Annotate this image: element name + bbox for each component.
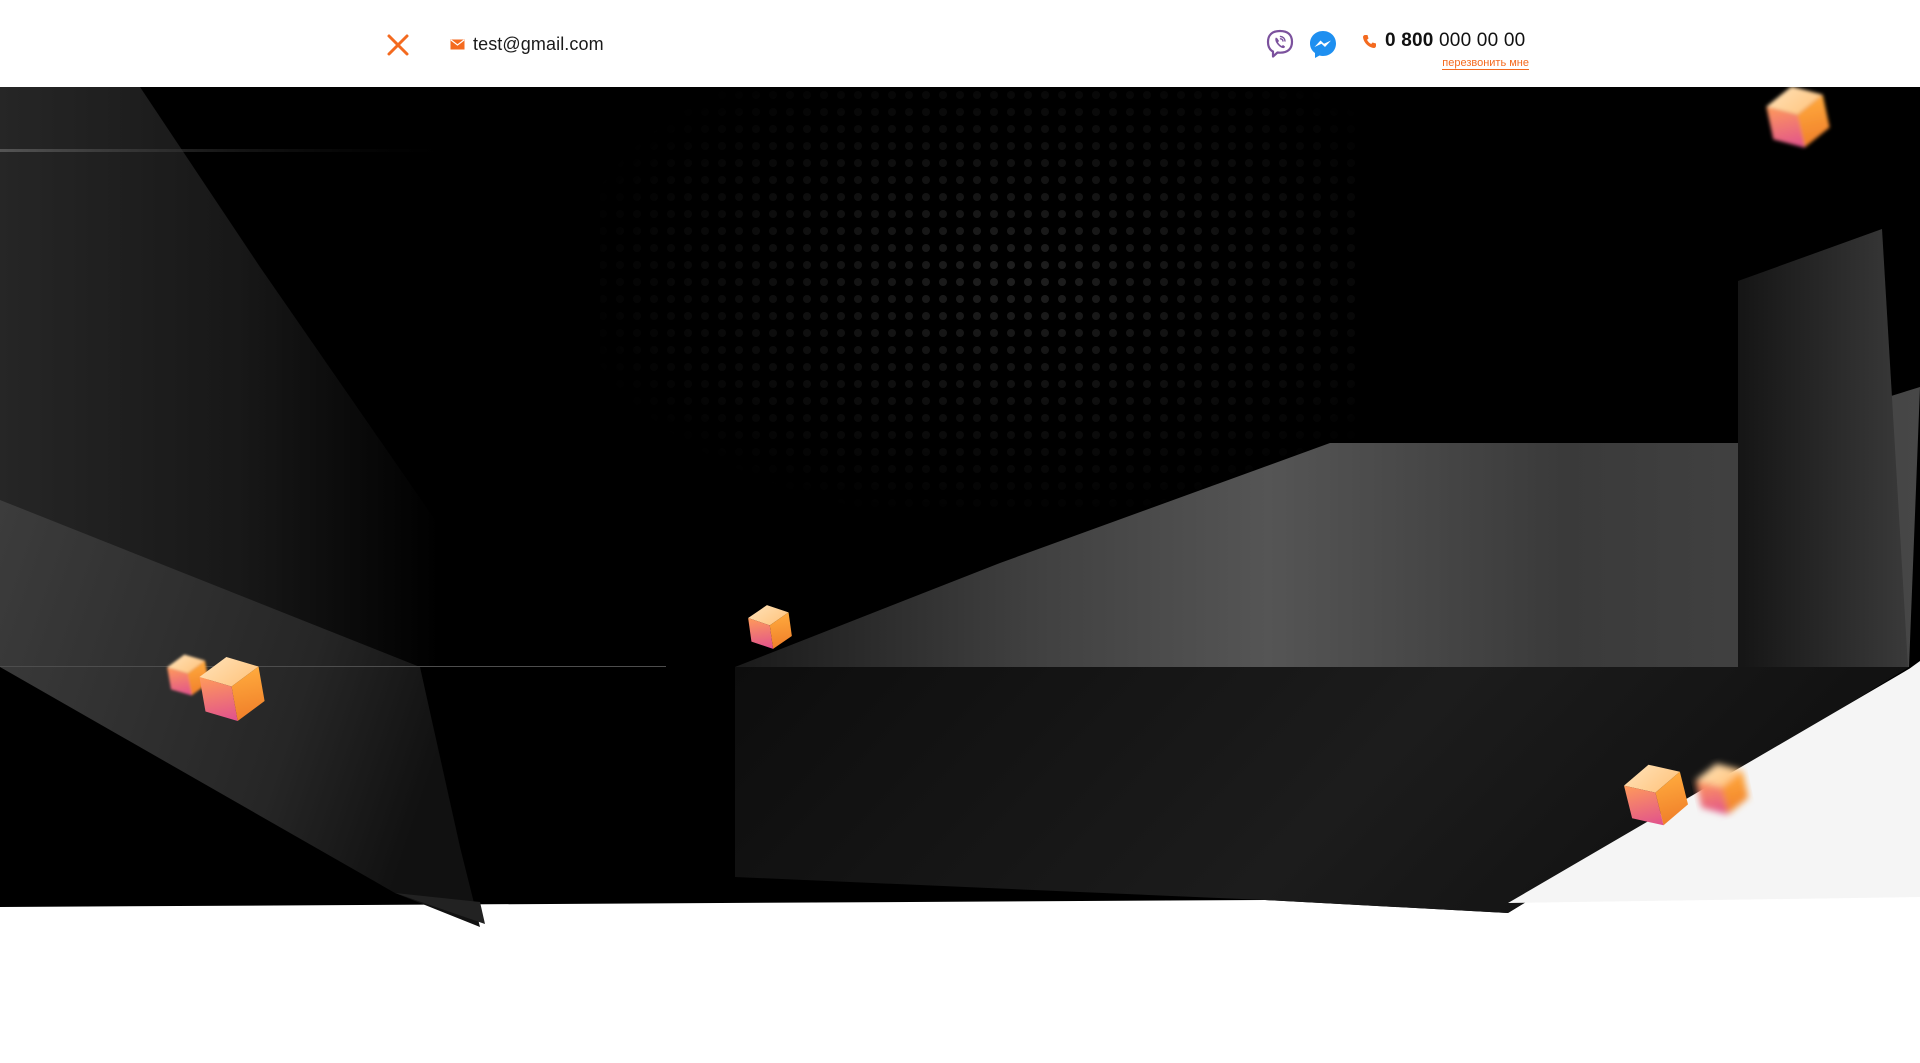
top-rule (0, 149, 470, 152)
messenger-icon (1310, 31, 1336, 58)
mid-rule (0, 666, 666, 667)
phone-icon (1363, 34, 1376, 48)
hero-artwork (0, 87, 1920, 927)
email-text: test@gmail.com (473, 33, 604, 54)
phone-rest: 000 00 00 (1439, 30, 1526, 51)
phone-link[interactable]: 0 800 000 00 00 (1362, 30, 1532, 52)
right-pillar (1738, 229, 1908, 667)
phone-block: 0 800 000 00 00 перезвонить мне (1362, 30, 1532, 74)
email-link[interactable]: test@gmail.com (450, 32, 604, 56)
phone-number: 0 800 000 00 00 (1385, 30, 1525, 52)
close-icon (387, 34, 409, 56)
hero-section (0, 87, 1920, 1063)
viber-button[interactable] (1264, 28, 1296, 60)
callback-link[interactable]: перезвонить мне (1442, 57, 1529, 70)
viber-icon (1266, 29, 1294, 58)
messenger-button[interactable] (1307, 28, 1339, 60)
phone-prefix: 0 800 (1385, 30, 1434, 51)
close-button[interactable] (383, 30, 413, 60)
mail-icon (450, 39, 465, 49)
dotted-map (600, 87, 1360, 507)
top-bar: test@gmail.com 0 800 000 00 00 перезвони… (0, 0, 1920, 87)
